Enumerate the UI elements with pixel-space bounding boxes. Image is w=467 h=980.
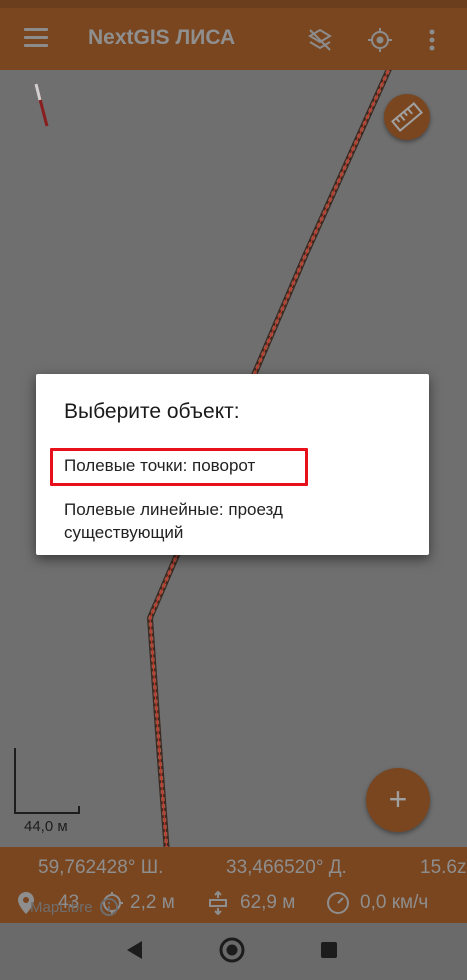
map-attribution[interactable]: MapLibre xyxy=(8,897,125,917)
plus-icon: + xyxy=(388,781,408,817)
speed-value: 0,0 км/ч xyxy=(360,892,429,913)
status-bar xyxy=(0,0,467,8)
ruler-button[interactable] xyxy=(384,94,430,140)
maplibre-logo: MapLibre xyxy=(30,898,93,916)
back-icon[interactable] xyxy=(124,939,144,961)
app-title: NextGIS ЛИСА xyxy=(88,26,236,49)
altitude-value: 62,9 м xyxy=(240,892,296,913)
add-feature-button[interactable]: + xyxy=(366,768,430,832)
altitude-icon xyxy=(209,891,227,915)
option-field-lines-existing-road[interactable]: Полевые линейные: проезд существующий xyxy=(64,498,324,544)
location-info-panel: 59,762428° Ш. 33,466520° Д. 15.6z 43 2,2… xyxy=(0,847,467,923)
track-off-icon[interactable] xyxy=(306,26,334,54)
scale-bar xyxy=(14,748,80,814)
speed-info: 0,0 км/ч xyxy=(326,891,428,915)
speedometer-icon xyxy=(327,892,349,914)
latitude-value: 59,762428° Ш. xyxy=(38,857,164,878)
ruler-icon xyxy=(391,101,423,133)
recents-icon[interactable] xyxy=(320,941,338,959)
highlight-box xyxy=(50,448,308,486)
dialog-title: Выберите объект: xyxy=(64,400,240,423)
locate-icon[interactable] xyxy=(366,26,394,54)
altitude-info: 62,9 м xyxy=(206,891,295,915)
zoom-value: 15.6z xyxy=(420,857,467,878)
system-nav-bar xyxy=(0,923,467,980)
scale-label: 44,0 м xyxy=(24,818,68,835)
longitude-value: 33,466520° Д. xyxy=(226,857,347,878)
info-icon[interactable] xyxy=(99,897,119,917)
menu-icon[interactable] xyxy=(24,28,48,48)
overflow-menu-icon[interactable] xyxy=(420,26,444,54)
app-bar: NextGIS ЛИСА xyxy=(0,8,467,70)
accuracy-value: 2,2 м xyxy=(130,892,175,913)
home-icon[interactable] xyxy=(219,937,245,963)
compass-icon xyxy=(34,83,49,127)
